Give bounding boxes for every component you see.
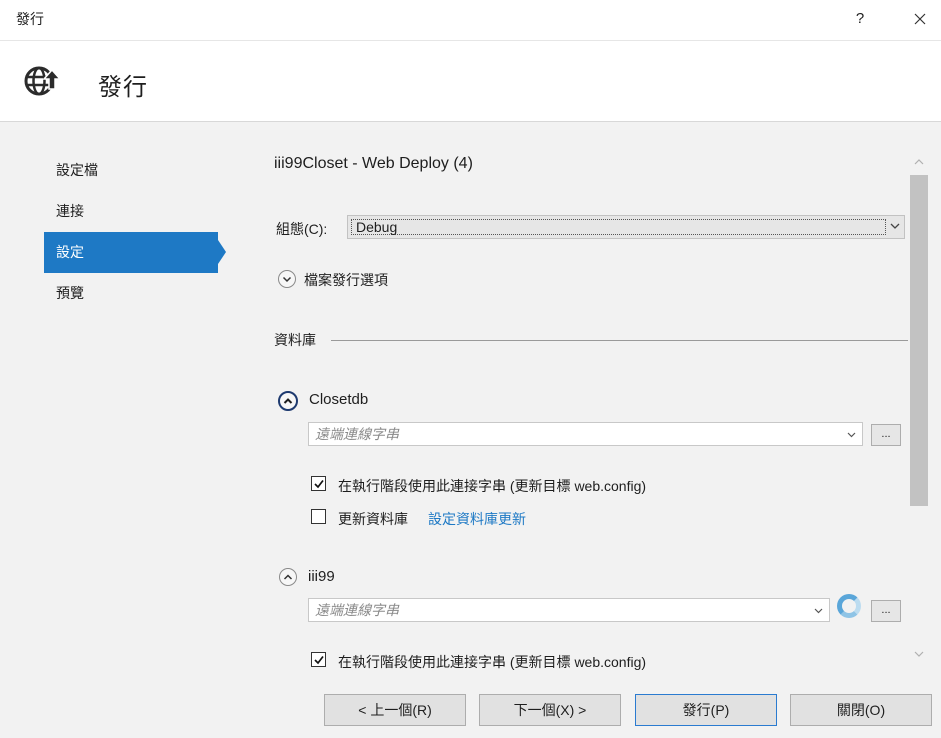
checkmark-icon [314,655,324,665]
collapse-iii99-button[interactable] [279,568,297,586]
wizard-nav: 設定檔 連接 設定 預覽 [44,150,244,314]
use-at-runtime-label-closetdb[interactable]: 在執行階段使用此連接字串 (更新目標 web.config) [338,476,646,496]
chevron-down-icon [847,432,856,438]
use-at-runtime-checkbox-iii99[interactable] [311,652,326,667]
section-divider [331,340,908,341]
nav-item-profile[interactable]: 設定檔 [44,150,244,191]
vertical-scrollbar[interactable] [910,150,928,670]
configure-database-updates-link[interactable]: 設定資料庫更新 [428,509,526,529]
configuration-label: 組態(C): [276,221,328,237]
header-title: 發行 [98,74,148,101]
checkmark-icon [314,479,324,489]
profile-title: iii99Closet - Web Deploy (4) [274,155,473,172]
globe-publish-icon [22,62,64,100]
nav-item-settings[interactable]: 設定 [44,232,226,273]
use-at-runtime-checkbox-closetdb[interactable] [311,476,326,491]
dialog-header: 發行 [0,40,941,122]
close-icon[interactable] [906,6,934,32]
scroll-down-icon[interactable] [914,650,924,658]
window-titlebar: 發行 ? [0,0,941,40]
ellipsis-button-closetdb[interactable]: ... [871,424,901,446]
scroll-up-icon[interactable] [914,158,924,166]
chevron-up-icon [283,398,293,404]
connection-string-input-closetdb[interactable]: 遠端連線字串 [308,422,863,446]
connection-string-input-iii99[interactable]: 遠端連線字串 [308,598,830,622]
scrollbar-thumb[interactable] [910,175,928,506]
database-name-closetdb: Closetdb [309,391,369,408]
help-button[interactable]: ? [846,6,874,32]
configuration-value: Debug [351,219,886,235]
publish-button[interactable]: 發行(P) [635,694,777,726]
loading-spinner-icon [837,594,861,618]
file-publish-options-label[interactable]: 檔案發行選項 [304,270,388,290]
close-button[interactable]: 關閉(O) [790,694,932,726]
connection-string-placeholder: 遠端連線字串 [315,426,399,442]
collapse-closetdb-button[interactable] [278,391,298,411]
window-title: 發行 [16,11,44,27]
connection-string-placeholder: 遠端連線字串 [315,602,399,618]
database-name-iii99: iii99 [308,568,335,585]
use-at-runtime-label-iii99[interactable]: 在執行階段使用此連接字串 (更新目標 web.config) [338,652,646,670]
databases-section-label: 資料庫 [274,332,316,348]
nav-item-connection[interactable]: 連接 [44,191,244,232]
nav-item-preview[interactable]: 預覽 [44,273,244,314]
chevron-up-icon [283,574,293,580]
configuration-select[interactable]: Debug [347,215,905,239]
update-database-checkbox[interactable] [311,509,326,524]
chevron-down-icon [282,276,292,283]
ellipsis-button-iii99[interactable]: ... [871,600,901,622]
settings-panel: iii99Closet - Web Deploy (4) 組態(C): Debu… [274,150,908,670]
previous-button[interactable]: < 上一個(R) [324,694,466,726]
chevron-down-icon [890,223,900,229]
next-button[interactable]: 下一個(X) > [479,694,621,726]
update-database-label[interactable]: 更新資料庫 [338,509,408,529]
expand-file-options-button[interactable] [278,270,296,288]
chevron-down-icon [814,608,823,614]
